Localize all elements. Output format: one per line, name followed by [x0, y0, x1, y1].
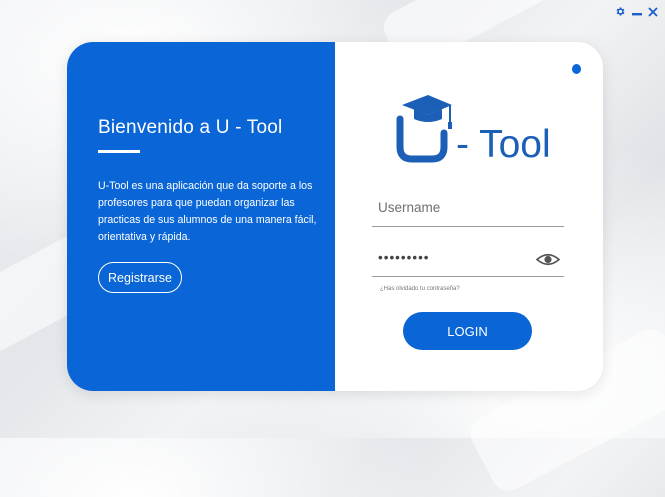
eye-icon[interactable] — [535, 251, 561, 268]
window-controls — [614, 5, 659, 18]
minimize-icon[interactable] — [630, 5, 643, 18]
welcome-panel: Bienvenido a U - Tool U-Tool es una apli… — [67, 42, 335, 391]
forgot-password-link[interactable]: ¿Has olvidado tu contraseña? — [380, 286, 460, 292]
graduation-cap-u-icon — [394, 93, 454, 168]
close-icon[interactable] — [646, 5, 659, 18]
gear-icon[interactable] — [614, 5, 627, 18]
password-input[interactable] — [378, 250, 528, 265]
app-logo: - Tool — [394, 93, 551, 168]
login-panel: - Tool ¿Has olvidado tu contraseña? LOGI… — [335, 42, 603, 391]
login-button[interactable]: LOGIN — [403, 312, 532, 350]
logo-text: - Tool — [456, 123, 551, 166]
login-card: Bienvenido a U - Tool U-Tool es una apli… — [67, 42, 603, 391]
username-field — [372, 194, 564, 227]
welcome-title: Bienvenido a U - Tool — [98, 117, 283, 138]
password-field — [372, 244, 564, 277]
title-underline — [98, 150, 140, 153]
status-dot — [572, 64, 581, 74]
welcome-description: U-Tool es una aplicación que da soporte … — [98, 180, 317, 243]
register-button[interactable]: Registrarse — [98, 262, 182, 293]
username-input[interactable] — [378, 200, 528, 215]
